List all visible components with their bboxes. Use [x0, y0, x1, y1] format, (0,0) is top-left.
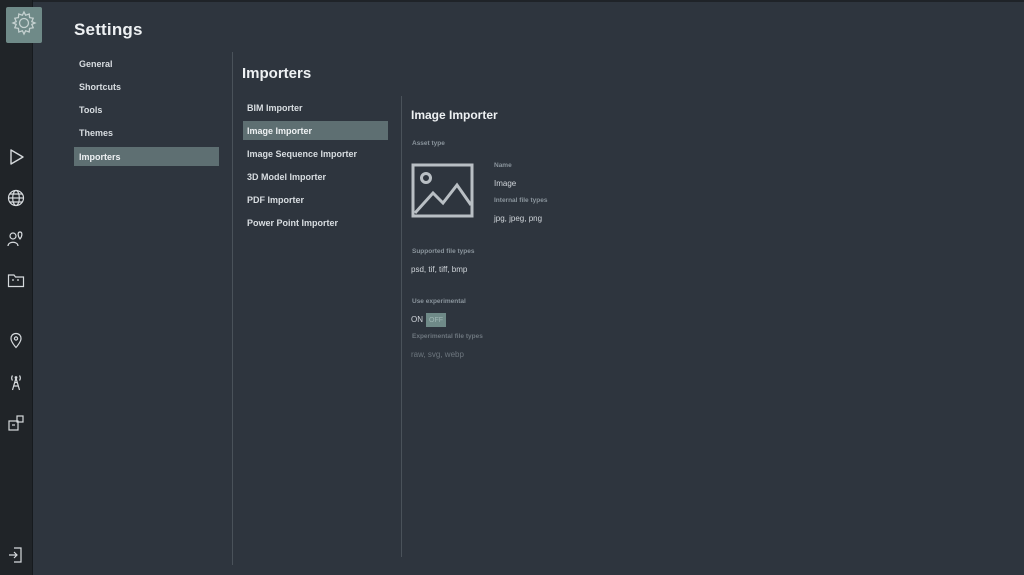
image-icon	[411, 163, 474, 218]
column-divider	[401, 96, 402, 557]
importer-3d-model[interactable]: 3D Model Importer	[243, 167, 388, 186]
internal-file-types-label: Internal file types	[494, 197, 548, 204]
exit-button[interactable]	[5, 544, 27, 566]
importer-image[interactable]: Image Importer	[243, 121, 388, 140]
internal-file-types-value: jpg, jpeg, png	[494, 214, 543, 223]
location-pin-icon	[10, 332, 22, 349]
window-top-border	[0, 0, 1024, 2]
importer-image-sequence[interactable]: Image Sequence Importer	[243, 144, 388, 163]
category-general[interactable]: General	[74, 54, 219, 73]
use-experimental-label: Use experimental	[412, 298, 466, 305]
settings-gear-button[interactable]	[6, 7, 42, 43]
column-divider	[232, 52, 233, 565]
importer-power-point[interactable]: Power Point Importer	[243, 213, 388, 232]
supported-file-types-label: Supported file types	[412, 248, 475, 255]
name-value: Image	[494, 179, 517, 188]
toggle-on-option[interactable]: ON	[411, 315, 423, 324]
people-pin-button[interactable]	[5, 228, 27, 250]
globe-icon	[7, 189, 25, 207]
app-window: Settings General Shortcuts Tools Themes …	[0, 0, 1024, 575]
supported-file-types-value: psd, tif, tiff, bmp	[411, 265, 468, 274]
category-importers[interactable]: Importers	[74, 147, 219, 166]
folder-button[interactable]	[5, 269, 27, 291]
antenna-button[interactable]	[5, 371, 27, 393]
importers-title: Importers	[242, 65, 312, 82]
name-label: Name	[494, 162, 512, 169]
category-tools[interactable]: Tools	[74, 100, 219, 119]
detail-title: Image Importer	[411, 108, 498, 122]
asset-type-label: Asset type	[412, 140, 445, 147]
importer-pdf[interactable]: PDF Importer	[243, 190, 388, 209]
toggle-off-option[interactable]: OFF	[426, 313, 446, 327]
globe-button[interactable]	[5, 187, 27, 209]
play-button[interactable]	[5, 146, 27, 168]
settings-title: Settings	[74, 20, 143, 39]
antenna-icon	[11, 375, 21, 391]
folder-icon	[7, 274, 25, 288]
importer-bim[interactable]: BIM Importer	[243, 98, 388, 117]
exit-icon	[9, 547, 22, 563]
play-icon	[10, 149, 24, 165]
category-themes[interactable]: Themes	[74, 123, 219, 142]
puzzle-icon	[8, 415, 24, 431]
category-shortcuts[interactable]: Shortcuts	[74, 77, 219, 96]
gear-icon	[10, 9, 38, 42]
experimental-file-types-label: Experimental file types	[412, 333, 483, 340]
location-button[interactable]	[5, 330, 27, 352]
plugins-button[interactable]	[5, 412, 27, 434]
pin-person-icon	[7, 231, 23, 247]
experimental-file-types-value: raw, svg, webp	[411, 350, 464, 359]
